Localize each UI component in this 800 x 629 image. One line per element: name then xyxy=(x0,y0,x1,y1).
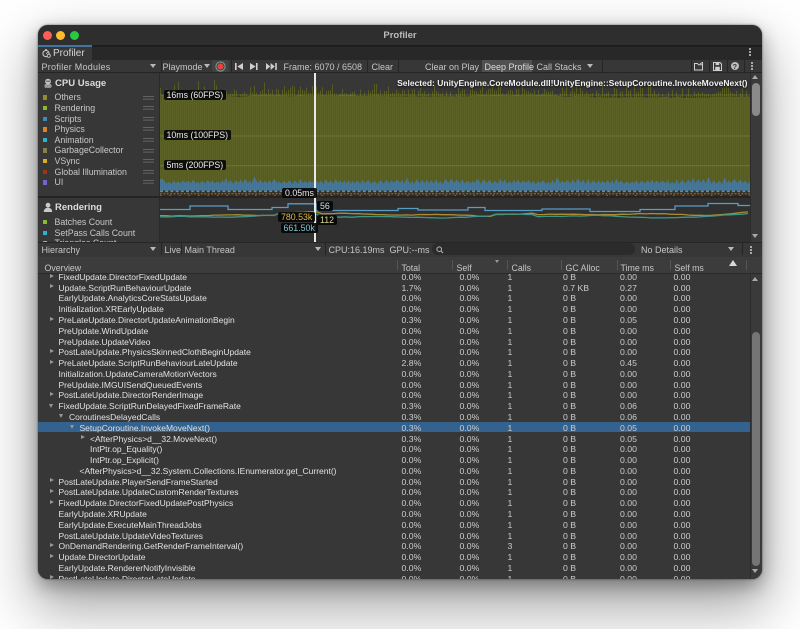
svg-text:CPU: CPU xyxy=(45,84,51,88)
